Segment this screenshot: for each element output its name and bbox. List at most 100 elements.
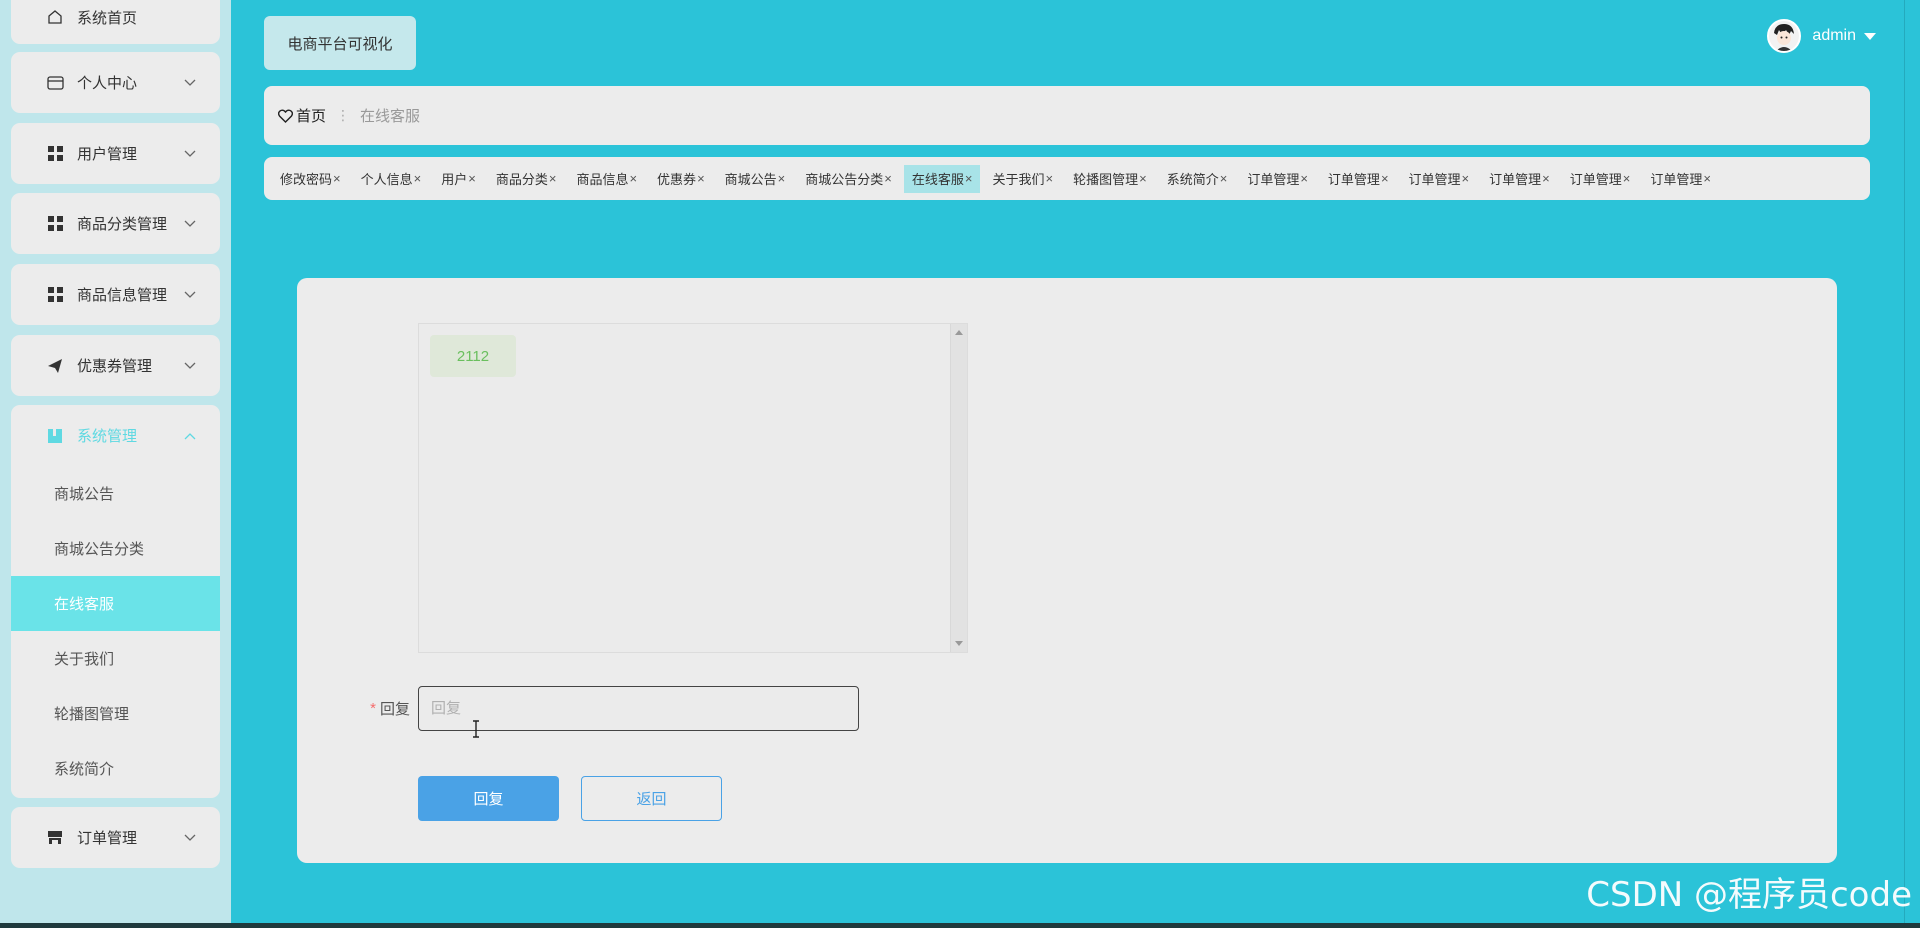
- tab-item[interactable]: 修改密码 ×: [272, 165, 349, 193]
- sidebar-sub-notice-category[interactable]: 商城公告分类: [11, 521, 220, 576]
- tabs-bar: 修改密码 × 个人信息 × 用户 × 商品分类 × 商品信息 × 优惠券 × 商城公告 × 商城公告分类 × 在…: [264, 157, 1870, 200]
- chevron-down-icon: [184, 218, 196, 230]
- close-icon[interactable]: ×: [1542, 171, 1550, 186]
- close-icon[interactable]: ×: [1220, 171, 1228, 186]
- chat-history[interactable]: 2112: [418, 323, 968, 653]
- scroll-down-icon[interactable]: [955, 641, 963, 646]
- card-icon: [45, 73, 65, 93]
- sidebar-item-label: 个人中心: [77, 75, 138, 92]
- tab-item[interactable]: 在线客服 ×: [903, 164, 981, 193]
- main-panel: 2112 * 回复 回复 返回: [297, 278, 1837, 863]
- send-icon: [45, 356, 65, 376]
- tab-item[interactable]: 商城公告分类 ×: [797, 165, 900, 193]
- sidebar-item-coupons[interactable]: 优惠券管理: [11, 335, 220, 396]
- reply-button[interactable]: 回复: [418, 776, 559, 821]
- tab-item[interactable]: 个人信息 ×: [353, 165, 430, 193]
- close-icon[interactable]: ×: [1139, 171, 1147, 186]
- close-icon[interactable]: ×: [778, 171, 786, 186]
- chat-message: 2112: [430, 335, 516, 377]
- caret-down-icon: [1864, 32, 1876, 40]
- tab-label: 修改密码: [280, 172, 333, 187]
- tab-item[interactable]: 优惠券 ×: [649, 165, 713, 193]
- sidebar-sub-about[interactable]: 关于我们: [11, 631, 220, 686]
- reply-label: * 回复: [370, 686, 410, 731]
- user-name: admin: [1812, 27, 1856, 44]
- breadcrumb-home[interactable]: 首页: [278, 105, 326, 126]
- tab-item[interactable]: 订单管理 ×: [1320, 165, 1397, 193]
- sidebar-item-home[interactable]: 系统首页: [11, 0, 220, 44]
- close-icon[interactable]: ×: [468, 171, 476, 186]
- text-cursor-icon: [473, 720, 479, 738]
- tab-item[interactable]: 订单管理 ×: [1401, 165, 1478, 193]
- tab-item[interactable]: 用户 ×: [433, 165, 484, 193]
- tab-item[interactable]: 关于我们 ×: [984, 165, 1061, 193]
- sidebar-sub-notice[interactable]: 商城公告: [11, 466, 220, 521]
- sidebar-sub-carousel[interactable]: 轮播图管理: [11, 686, 220, 741]
- sidebar-sub-intro[interactable]: 系统简介: [11, 741, 220, 796]
- tab-label: 订单管理: [1408, 172, 1461, 187]
- sidebar-sub-online-service[interactable]: 在线客服: [11, 576, 220, 631]
- tab-item[interactable]: 订单管理 ×: [1642, 165, 1719, 193]
- tab-label: 关于我们: [992, 172, 1045, 187]
- back-button[interactable]: 返回: [581, 776, 722, 821]
- close-icon[interactable]: ×: [333, 171, 341, 186]
- tab-label: 轮播图管理: [1073, 172, 1139, 187]
- app-title: 电商平台可视化: [264, 16, 416, 70]
- sidebar-item-label: 优惠券管理: [77, 358, 153, 375]
- close-icon[interactable]: ×: [629, 171, 637, 186]
- heart-icon: [278, 109, 293, 123]
- close-icon[interactable]: ×: [697, 171, 705, 186]
- tab-item[interactable]: 系统简介 ×: [1159, 165, 1236, 193]
- window-scrollbar[interactable]: [1904, 0, 1920, 928]
- avatar: [1767, 19, 1802, 53]
- sidebar-item-label: 系统首页: [77, 9, 138, 27]
- taskbar-strip: [0, 923, 1920, 928]
- sidebar-item-orders[interactable]: 订单管理: [11, 807, 220, 868]
- scroll-up-icon[interactable]: [955, 330, 963, 335]
- user-menu[interactable]: admin: [1767, 18, 1876, 54]
- home-icon: [45, 7, 65, 27]
- reply-input[interactable]: [418, 686, 859, 731]
- tab-item[interactable]: 商品分类 ×: [488, 165, 565, 193]
- tab-item[interactable]: 轮播图管理 ×: [1065, 165, 1155, 193]
- grid-icon: [45, 285, 65, 305]
- tab-label: 商品分类: [495, 172, 548, 187]
- tab-item[interactable]: 订单管理 ×: [1562, 165, 1639, 193]
- sidebar-item-category[interactable]: 商品分类管理: [11, 193, 220, 254]
- chevron-down-icon: [184, 77, 196, 89]
- sidebar: 系统首页 个人中心 用户管理 商品分类管理 商品信息管理 优惠券管理 系统管理 …: [0, 0, 231, 928]
- tab-label: 优惠券: [657, 172, 697, 187]
- close-icon[interactable]: ×: [1046, 171, 1054, 186]
- sidebar-item-personal[interactable]: 个人中心: [11, 52, 220, 113]
- close-icon[interactable]: ×: [884, 171, 892, 186]
- tab-item[interactable]: 商品信息 ×: [568, 165, 645, 193]
- chevron-up-icon: [184, 430, 196, 442]
- close-icon[interactable]: ×: [1623, 171, 1631, 186]
- sidebar-item-system[interactable]: 系统管理: [11, 405, 220, 466]
- close-icon[interactable]: ×: [1300, 171, 1308, 186]
- tab-label: 订单管理: [1247, 172, 1300, 187]
- close-icon[interactable]: ×: [1703, 171, 1711, 186]
- tab-label: 订单管理: [1327, 172, 1380, 187]
- sidebar-item-label: 系统管理: [77, 428, 138, 445]
- close-icon[interactable]: ×: [1462, 171, 1470, 186]
- close-icon[interactable]: ×: [414, 171, 422, 186]
- close-icon[interactable]: ×: [1381, 171, 1389, 186]
- store-icon: [45, 828, 65, 848]
- tab-item[interactable]: 商城公告 ×: [717, 165, 794, 193]
- sidebar-item-users[interactable]: 用户管理: [11, 123, 220, 184]
- chevron-down-icon: [184, 832, 196, 844]
- close-icon[interactable]: ×: [965, 171, 973, 186]
- sidebar-item-products[interactable]: 商品信息管理: [11, 264, 220, 325]
- grid-icon: [45, 214, 65, 234]
- tab-label: 订单管理: [1650, 172, 1703, 187]
- close-icon[interactable]: ×: [549, 171, 557, 186]
- sidebar-item-label: 订单管理: [77, 830, 138, 847]
- tab-item[interactable]: 订单管理 ×: [1239, 165, 1316, 193]
- sidebar-item-label: 商品分类管理: [77, 216, 168, 233]
- chat-scrollbar[interactable]: [950, 324, 967, 652]
- breadcrumb-current: 在线客服: [360, 108, 421, 125]
- tab-label: 用户: [441, 172, 468, 187]
- tab-item[interactable]: 订单管理 ×: [1481, 165, 1558, 193]
- tab-label: 订单管理: [1489, 172, 1542, 187]
